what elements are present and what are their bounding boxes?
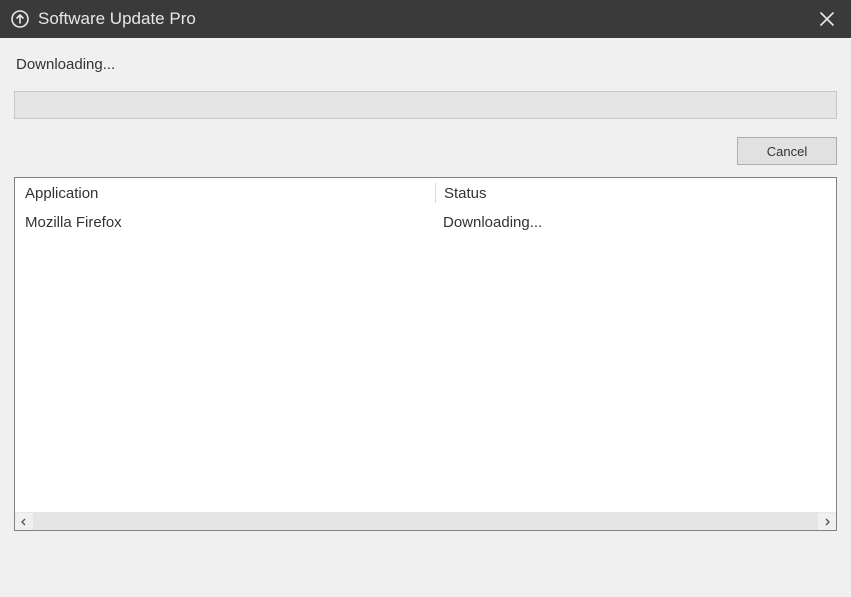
button-row: Cancel xyxy=(14,137,837,165)
scroll-right-arrow-icon[interactable] xyxy=(818,513,836,530)
titlebar: Software Update Pro xyxy=(0,0,851,38)
table-row[interactable]: Mozilla Firefox Downloading... xyxy=(15,208,836,236)
status-label: Downloading... xyxy=(16,56,837,73)
update-table: Application Status Mozilla Firefox Downl… xyxy=(14,177,837,531)
horizontal-scrollbar[interactable] xyxy=(15,512,836,530)
table-body: Mozilla Firefox Downloading... xyxy=(15,208,836,512)
column-header-application[interactable]: Application xyxy=(15,185,435,202)
cell-application: Mozilla Firefox xyxy=(15,214,435,231)
progress-bar xyxy=(14,91,837,119)
column-header-status[interactable]: Status xyxy=(436,185,836,202)
scrollbar-track[interactable] xyxy=(33,513,818,530)
cancel-button[interactable]: Cancel xyxy=(737,137,837,165)
close-button[interactable] xyxy=(811,3,843,35)
cell-status: Downloading... xyxy=(435,214,836,231)
window-title: Software Update Pro xyxy=(38,9,811,29)
scroll-left-arrow-icon[interactable] xyxy=(15,513,33,530)
table-header: Application Status xyxy=(15,178,836,208)
content-area: Downloading... Cancel Application Status… xyxy=(0,38,851,531)
update-arrow-icon xyxy=(10,9,30,29)
close-icon xyxy=(820,12,834,26)
